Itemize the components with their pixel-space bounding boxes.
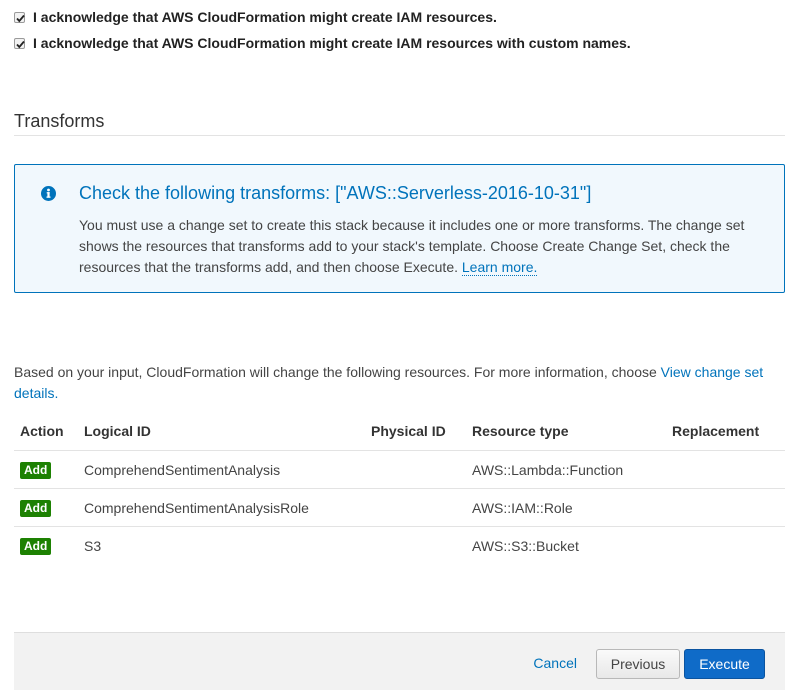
action-cell: Add <box>14 488 78 527</box>
replacement-cell <box>666 450 785 489</box>
action-cell: Add <box>14 450 78 489</box>
transforms-section-title: Transforms <box>14 111 105 131</box>
action-cell: Add <box>14 527 78 565</box>
resource-type-cell: AWS::IAM::Role <box>466 488 666 527</box>
table-row: Add S3 AWS::S3::Bucket <box>14 527 785 565</box>
wizard-footer: Cancel Previous Execute <box>14 632 785 690</box>
logical-id-cell: ComprehendSentimentAnalysis <box>78 450 365 489</box>
column-header-action: Action <box>14 412 78 451</box>
change-set-intro-text: Based on your input, CloudFormation will… <box>14 364 657 380</box>
info-alert-title: Check the following transforms: ["AWS::S… <box>79 183 592 203</box>
transforms-info-alert: Check the following transforms: ["AWS::S… <box>14 164 785 293</box>
resource-changes-table: Action Logical ID Physical ID Resource t… <box>14 412 785 564</box>
info-alert-body: You must use a change set to create this… <box>79 215 769 278</box>
change-set-intro: Based on your input, CloudFormation will… <box>14 362 774 404</box>
previous-button[interactable]: Previous <box>596 649 680 679</box>
resource-type-cell: AWS::S3::Bucket <box>472 537 579 554</box>
column-header-resource-type: Resource type <box>466 412 666 451</box>
replacement-cell <box>666 488 785 527</box>
info-alert-text: You must use a change set to create this… <box>79 217 745 275</box>
physical-id-cell <box>365 488 466 527</box>
ack-iam-resources-checkbox[interactable] <box>14 11 25 23</box>
table-row: Add ComprehendSentimentAnalysis AWS::Lam… <box>14 450 785 489</box>
info-icon <box>41 186 56 201</box>
ack-iam-resources-label: I acknowledge that AWS CloudFormation mi… <box>33 9 497 25</box>
physical-id-cell <box>365 450 466 489</box>
logical-id-cell: ComprehendSentimentAnalysisRole <box>78 488 365 527</box>
ack-iam-custom-names[interactable]: I acknowledge that AWS CloudFormation mi… <box>14 35 631 51</box>
execute-button[interactable]: Execute <box>684 649 765 679</box>
resource-type-cell: AWS::Lambda::Function <box>466 450 666 489</box>
logical-id-cell: S3 <box>84 537 102 554</box>
action-badge-add: Add <box>20 499 52 517</box>
physical-id-cell <box>365 527 466 565</box>
ack-iam-custom-names-checkbox[interactable] <box>14 37 25 49</box>
table-header-row: Action Logical ID Physical ID Resource t… <box>14 412 785 451</box>
checkmark-icon <box>16 14 25 22</box>
action-badge-add: Add <box>20 461 52 479</box>
column-header-physical-id: Physical ID <box>365 412 466 451</box>
checkmark-icon <box>16 40 25 48</box>
table-row: Add ComprehendSentimentAnalysisRole AWS:… <box>14 488 785 527</box>
replacement-cell <box>666 527 785 565</box>
column-header-logical-id: Logical ID <box>78 412 365 451</box>
section-divider <box>14 135 785 136</box>
ack-iam-resources[interactable]: I acknowledge that AWS CloudFormation mi… <box>14 9 497 25</box>
ack-iam-custom-names-label: I acknowledge that AWS CloudFormation mi… <box>33 35 631 51</box>
column-header-replacement: Replacement <box>666 412 785 451</box>
action-badge-add: Add <box>20 537 52 555</box>
learn-more-link[interactable]: Learn more. <box>461 259 538 276</box>
cancel-button[interactable]: Cancel <box>533 655 577 671</box>
